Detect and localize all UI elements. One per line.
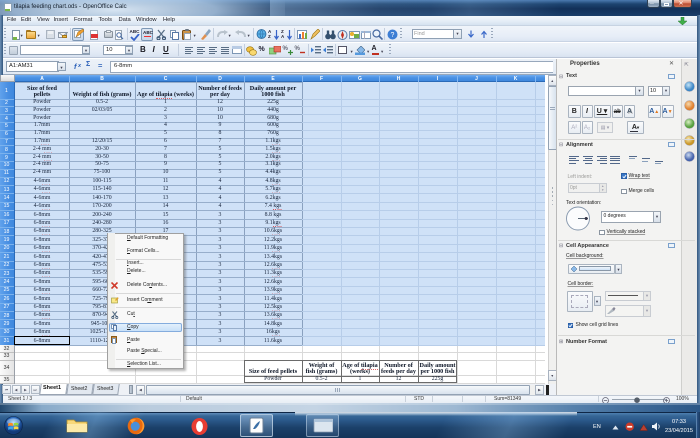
svg-text:?: ? bbox=[390, 32, 394, 39]
